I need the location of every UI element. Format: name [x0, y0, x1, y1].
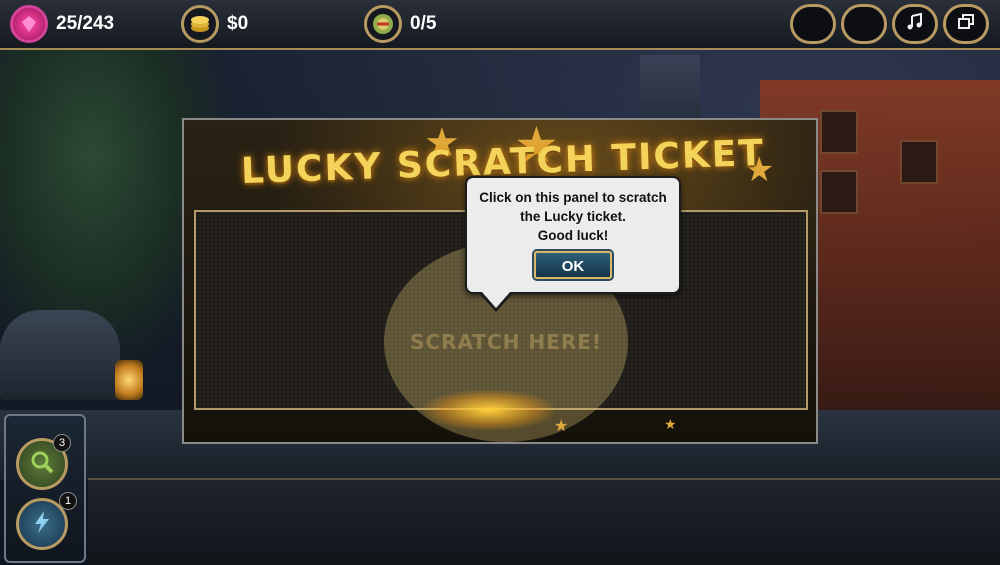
- popup-line-3: Good luck!: [537, 228, 609, 243]
- popup-line-2: the Lucky ticket.: [520, 209, 626, 224]
- magnifier-count: 3: [53, 434, 71, 452]
- coin-stack-icon: [181, 5, 219, 43]
- popup-line-1: Click on this panel to scratch: [479, 190, 667, 205]
- star-icon: ★: [554, 418, 569, 435]
- progress-count-text: 25/243: [56, 13, 115, 34]
- building-window: [820, 170, 858, 214]
- money-counter: $0: [181, 0, 248, 48]
- collectibles-text: 0/5: [410, 13, 437, 34]
- magnifier-icon: [29, 449, 55, 480]
- ok-button[interactable]: OK: [534, 251, 612, 279]
- mailbox-object[interactable]: [0, 310, 120, 400]
- building-window: [820, 110, 858, 154]
- pink-gem-icon: [10, 5, 48, 43]
- hint-popup: Click on this panel to scratch the Lucky…: [465, 176, 681, 294]
- top-hud-bar: 25/243 $0 0/5: [0, 0, 1000, 50]
- window-toggle-icon: [957, 13, 975, 36]
- popup-message: Click on this panel to scratch the Lucky…: [467, 188, 679, 245]
- window-toggle-button[interactable]: [943, 4, 989, 44]
- badge-icon: [364, 5, 402, 43]
- blank-button-2[interactable]: [841, 4, 887, 44]
- collectibles-counter: 0/5: [364, 0, 436, 48]
- star-glow: [424, 390, 554, 430]
- music-icon: [906, 12, 924, 36]
- popup-pointer-fill: [481, 291, 511, 308]
- progress-counter: 25/243: [10, 0, 114, 48]
- lantern-object[interactable]: [115, 360, 143, 400]
- lightning-icon: [30, 509, 54, 540]
- music-toggle-button[interactable]: [892, 4, 938, 44]
- inventory-bar: [88, 478, 1000, 565]
- hint-tools-panel: 3 1: [4, 414, 86, 563]
- lightning-count: 1: [59, 492, 77, 510]
- blank-button-1[interactable]: [790, 4, 836, 44]
- scratch-here-label: SCRATCH HERE!: [409, 330, 602, 354]
- money-text: $0: [227, 13, 249, 34]
- star-icon: ★: [664, 416, 677, 432]
- building-window: [900, 140, 938, 184]
